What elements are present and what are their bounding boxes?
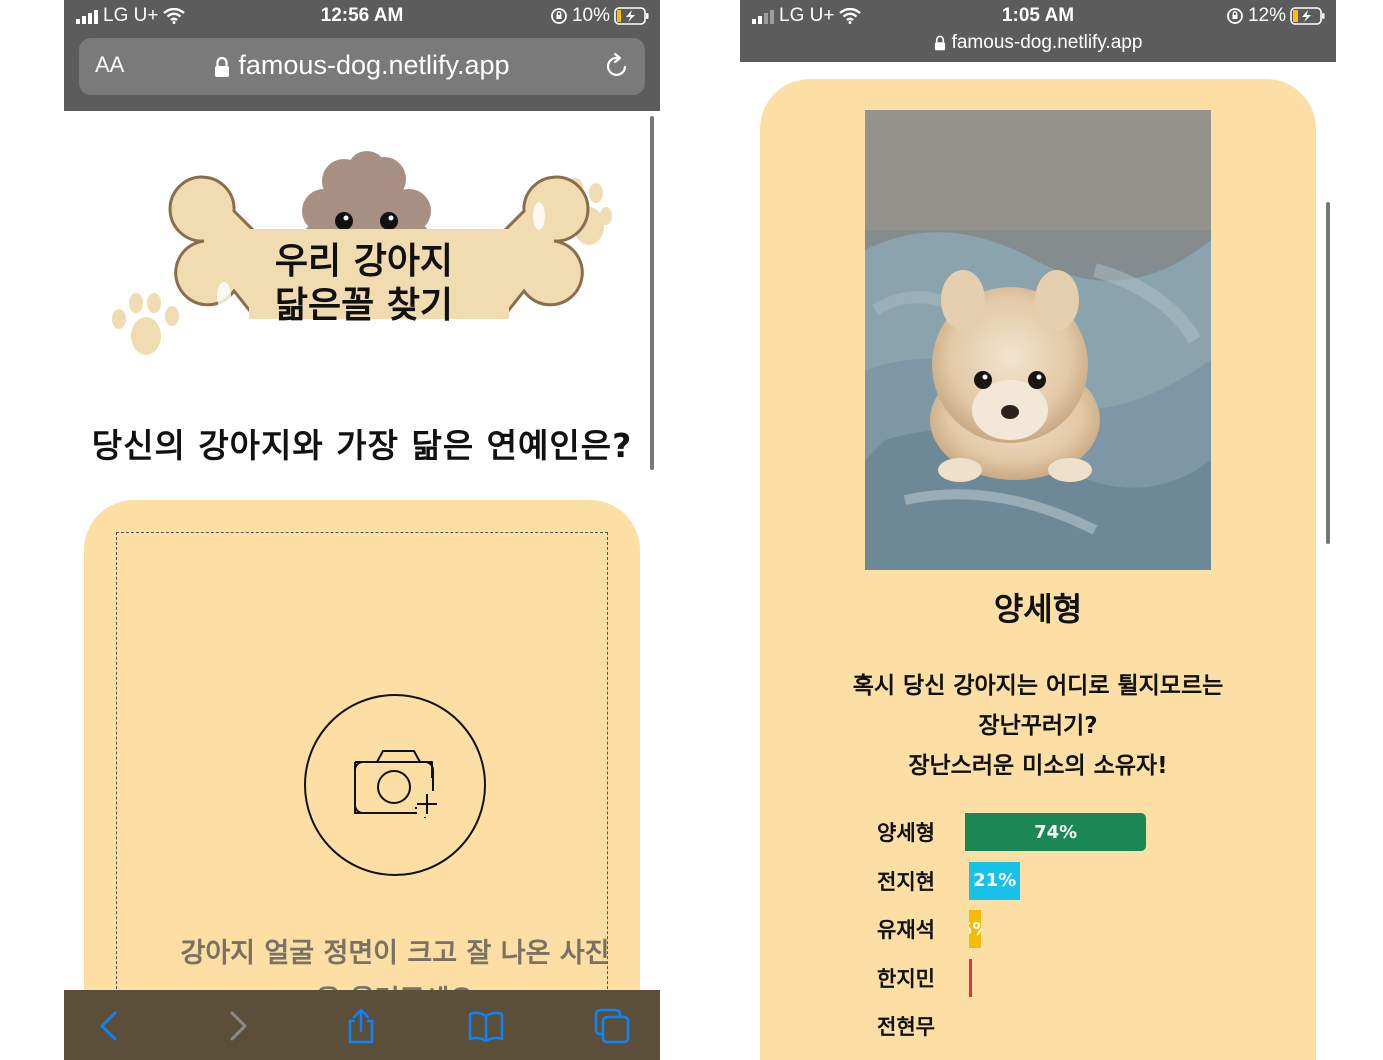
result-description-line1: 혹시 당신 강아지는 어디로 튈지모르는 — [852, 673, 1224, 699]
url-text: famous-dog.netlify.app — [238, 50, 510, 80]
result-card: 양세형 혹시 당신 강아지는 어디로 튈지모르는 장난꾸러기? 장난스러운 미소… — [760, 79, 1316, 1060]
battery-group: 10% — [550, 5, 650, 27]
status-bar: LG U+ 1:05 AM 12% — [740, 0, 1336, 34]
uploaded-dog-photo — [865, 110, 1211, 570]
upload-dropzone[interactable]: 강아지 얼굴 정면이 크고 잘 나온 사진 을 올려주세요 — [116, 532, 610, 1034]
ranking-row: 한지민 — [760, 958, 1316, 999]
bookmarks-icon[interactable] — [468, 1008, 504, 1044]
upload-hint-line1: 강아지 얼굴 정면이 크고 잘 나온 사진 — [180, 938, 610, 969]
forward-icon[interactable] — [219, 1008, 255, 1044]
orientation-lock-icon — [1227, 8, 1243, 24]
browser-toolbar — [64, 990, 660, 1060]
camera-add-icon — [354, 750, 437, 818]
ranking-name: 전지현 — [877, 869, 935, 894]
ranking-row: 양세형 74% — [760, 813, 1316, 853]
ranking-track — [969, 1007, 1214, 1045]
result-description-line2: 장난꾸러기? — [978, 713, 1098, 739]
paw-print-icon — [112, 293, 179, 355]
ranking-name: 유재석 — [877, 918, 935, 942]
ranking-bar: 74% — [965, 813, 1147, 851]
page-content: 우리 강아지 닮은꼴 찾기 당신의 강아지와 가장 닮은 연예인은? 강아지 얼… — [64, 111, 660, 1034]
result-description-line3: 장난스러운 미소의 소유자! — [908, 753, 1168, 779]
share-icon[interactable] — [343, 1008, 379, 1044]
address-bar[interactable]: AA famous-dog.netlify.app — [79, 38, 645, 95]
scrollbar[interactable] — [650, 116, 654, 470]
ranking-track — [969, 958, 1214, 997]
ranking-track: 5% — [969, 910, 1214, 948]
address-bar-compact[interactable]: famous-dog.netlify.app — [740, 32, 1336, 54]
ranking-bar: 21% — [969, 861, 1021, 900]
orientation-lock-icon — [551, 8, 567, 24]
ranking-track: 74% — [965, 813, 1210, 851]
left-phone-screen: LG U+ 12:56 AM 10% AA famous-dog.netlify… — [64, 0, 660, 1060]
logo-title-line2: 닮은꼴 찾기 — [275, 285, 453, 326]
battery-percent: 10% — [571, 5, 610, 26]
dog-photo-illustration — [865, 110, 1211, 570]
status-bar: LG U+ 12:56 AM 10% — [64, 0, 660, 34]
page-content: 양세형 혹시 당신 강아지는 어디로 튈지모르는 장난꾸러기? 장난스러운 미소… — [740, 62, 1336, 1060]
upload-card: 강아지 얼굴 정면이 크고 잘 나온 사진 을 올려주세요 — [84, 500, 640, 1034]
battery-charging-icon — [614, 7, 649, 25]
ranking-row: 전현무 — [760, 1007, 1316, 1047]
logo-title-line1: 우리 강아지 — [275, 241, 453, 282]
ranking-name: 한지민 — [877, 966, 935, 991]
ranking-bar: 5% — [969, 910, 982, 948]
ranking-row: 유재석 5% — [760, 910, 1316, 950]
page-headline: 당신의 강아지와 가장 닮은 연예인은? — [91, 426, 633, 465]
logo-illustration: 우리 강아지 닮은꼴 찾기 — [112, 151, 612, 355]
browser-chrome: LG U+ 12:56 AM 10% AA famous-dog.netlify… — [64, 0, 660, 111]
right-phone-screen: LG U+ 1:05 AM 12% famous-dog.netlify.app — [740, 0, 1336, 1060]
lock-icon — [215, 56, 230, 77]
ranking-track: 21% — [969, 861, 1214, 900]
browser-chrome: LG U+ 1:05 AM 12% famous-dog.netlify.app — [740, 0, 1336, 62]
url-text: famous-dog.netlify.app — [951, 32, 1143, 53]
result-name: 양세형 — [993, 590, 1083, 628]
ranking-bar — [969, 958, 972, 997]
battery-percent: 12% — [1247, 5, 1286, 26]
reload-icon[interactable] — [603, 52, 631, 80]
result-description: 혹시 당신 강아지는 어디로 튈지모르는 장난꾸러기? 장난스러운 미소의 소유… — [800, 666, 1276, 786]
lock-icon — [934, 35, 945, 51]
ranking-name: 전현무 — [877, 1015, 935, 1039]
tabs-icon[interactable] — [594, 1008, 630, 1044]
battery-group: 12% — [1226, 5, 1326, 27]
ranking-row: 전지현 21% — [760, 861, 1316, 902]
url-text-group[interactable]: famous-dog.netlify.app — [79, 50, 645, 81]
ranking-name: 양세형 — [877, 821, 935, 845]
scrollbar[interactable] — [1326, 202, 1330, 544]
battery-charging-icon — [1290, 7, 1325, 25]
upload-button[interactable] — [304, 694, 486, 876]
back-icon[interactable] — [92, 1008, 128, 1044]
